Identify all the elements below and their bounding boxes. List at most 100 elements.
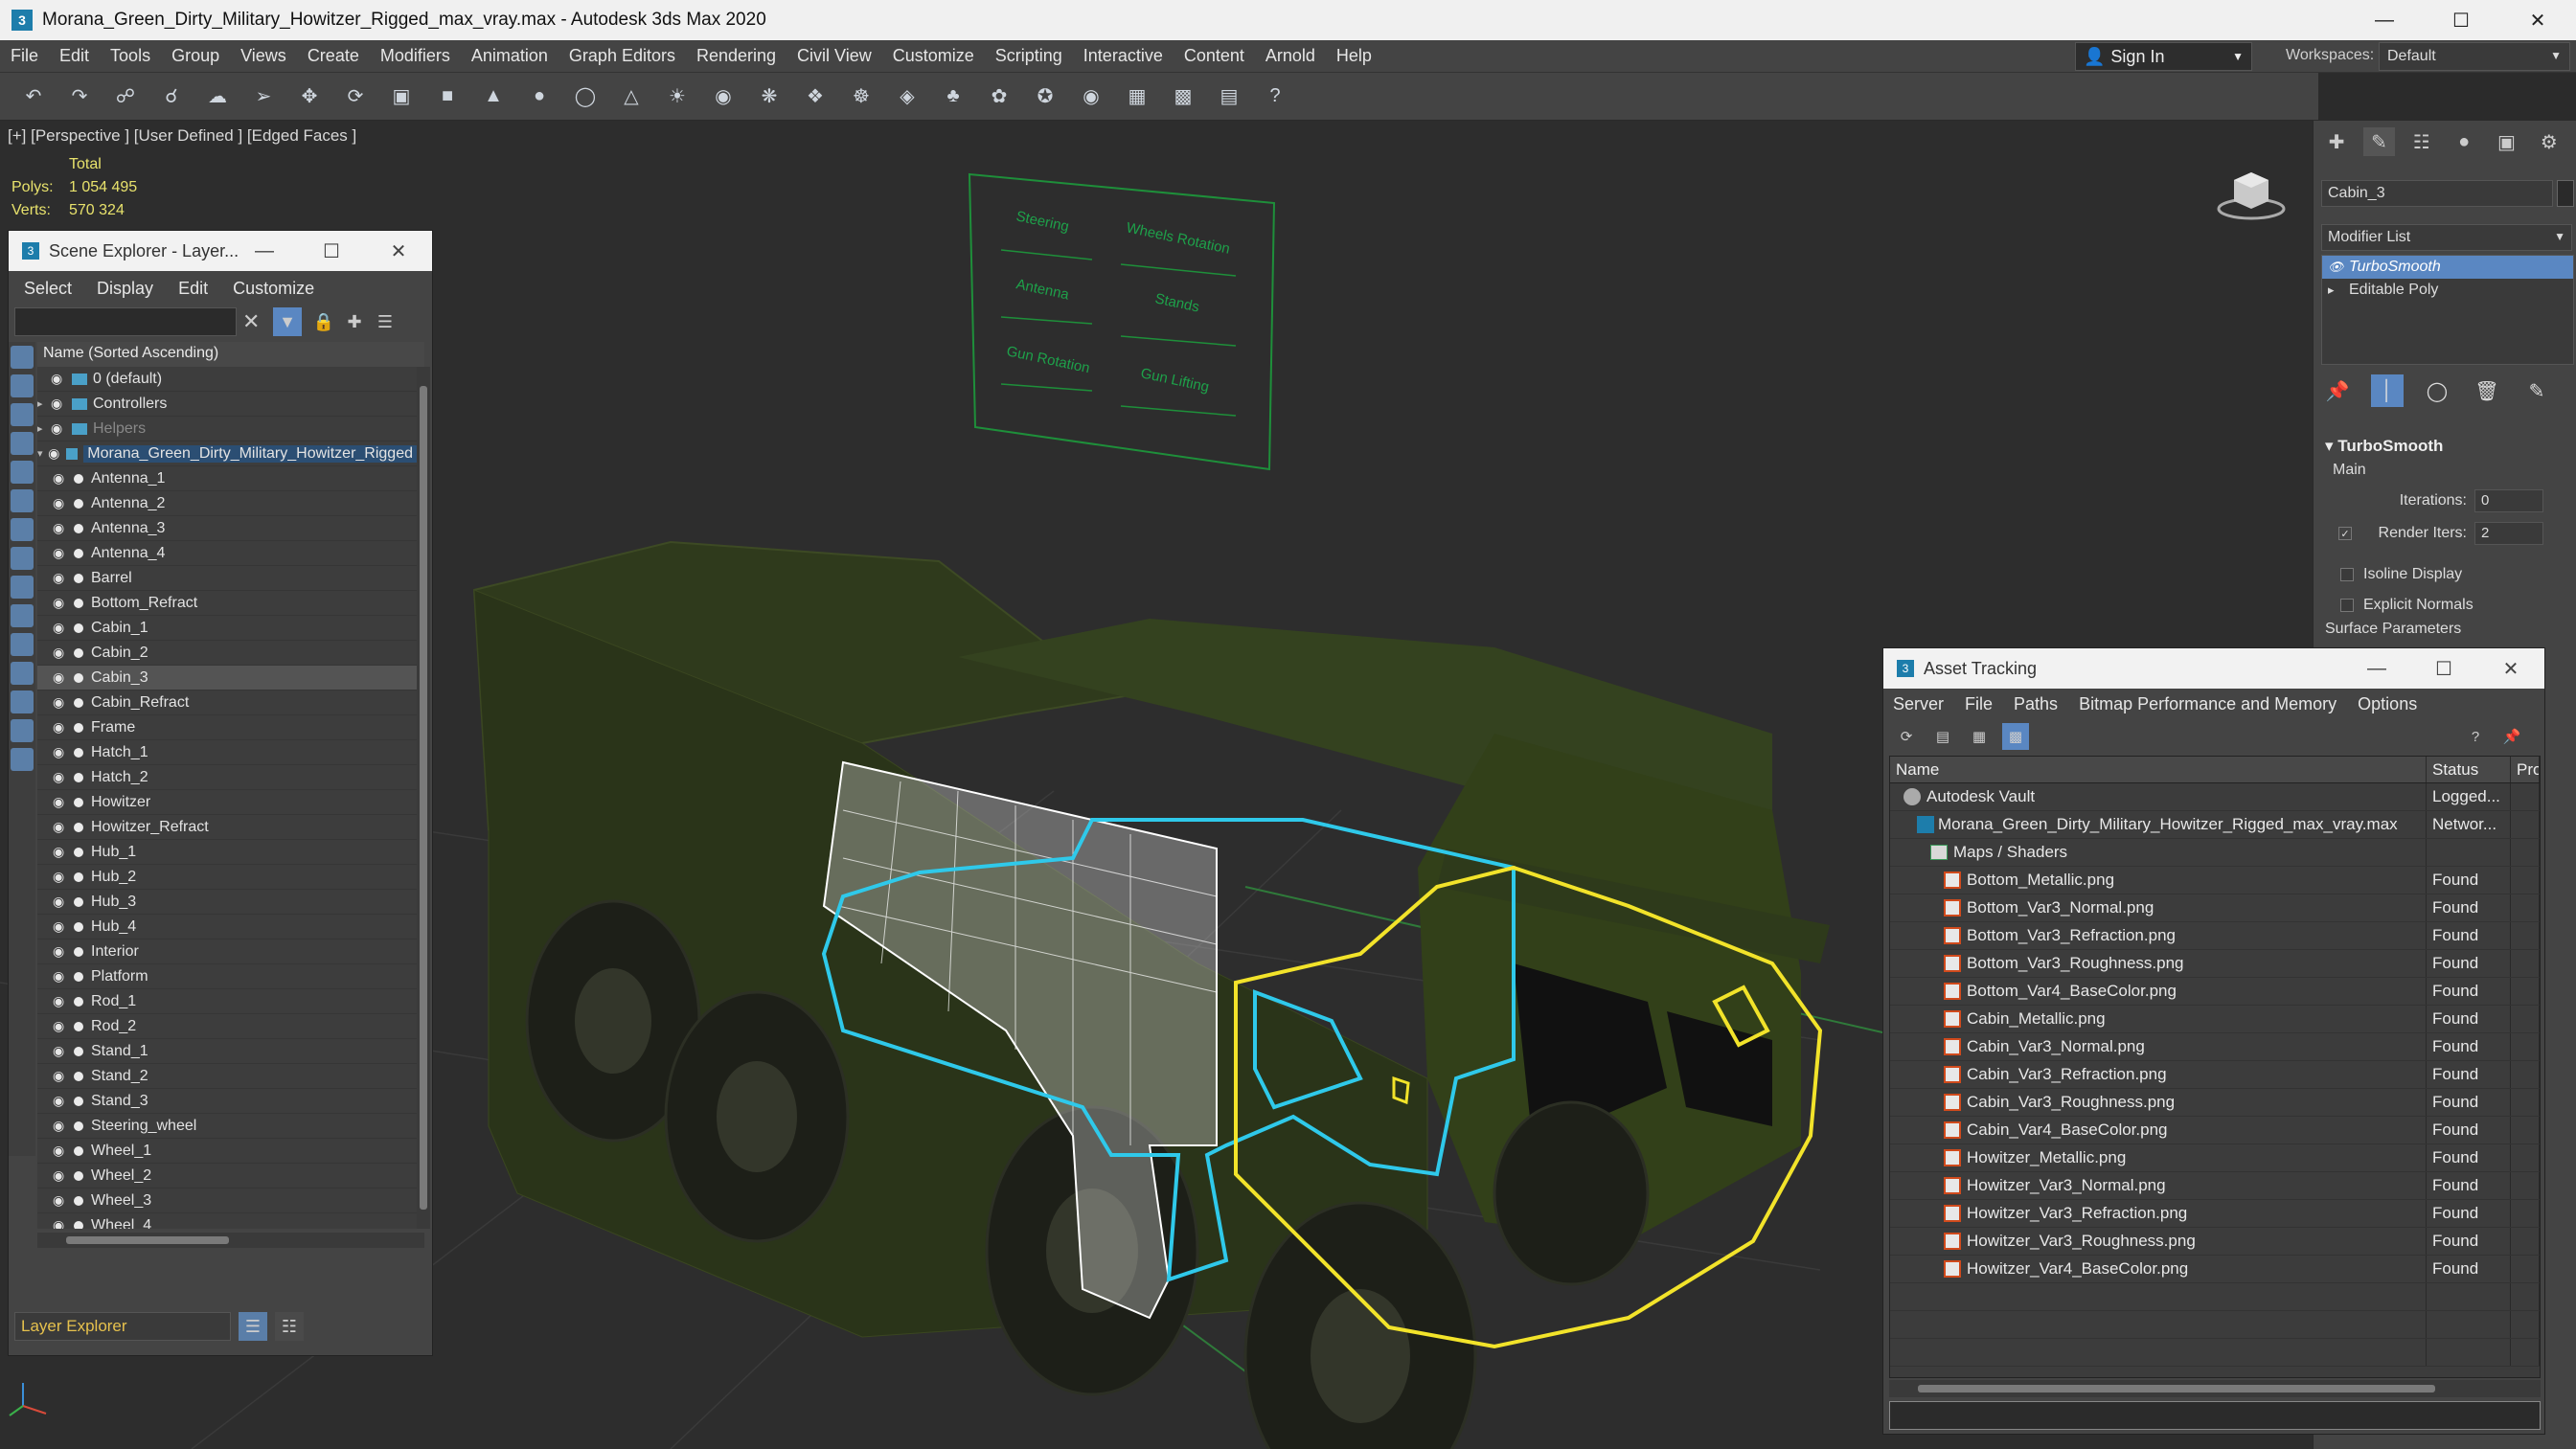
filter-bones-icon[interactable] [11, 576, 34, 599]
stack-item-turbosmooth[interactable]: 👁 TurboSmooth [2322, 256, 2573, 279]
asset-row[interactable]: Cabin_Var3_Refraction.png Found [1890, 1061, 2540, 1089]
cone-icon[interactable]: ▲ [477, 80, 510, 113]
display-all-icon[interactable] [11, 691, 34, 713]
freeze-toggle-icon[interactable] [74, 1220, 83, 1229]
table-view-icon[interactable]: ▦ [1966, 723, 1993, 750]
menu-interactive[interactable]: Interactive [1073, 46, 1174, 66]
minimize-button[interactable]: — [2346, 0, 2423, 40]
utilities-tab-icon[interactable]: ⚙ [2534, 127, 2565, 156]
object-row[interactable]: ◉ Bottom_Refract [37, 591, 417, 616]
render-icon[interactable]: ▩ [1167, 80, 1199, 113]
column-status[interactable]: Status [2427, 757, 2511, 782]
filter-shapes-icon[interactable] [11, 374, 34, 397]
eye-icon[interactable]: ◉ [53, 470, 70, 487]
object-row[interactable]: ◉ Wheel_3 [37, 1189, 417, 1213]
layer-row[interactable]: ▾ ◉ Morana_Green_Dirty_Military_Howitzer_R… [37, 441, 417, 466]
filter-cameras-icon[interactable] [11, 432, 34, 455]
eye-icon[interactable]: ◉ [53, 495, 70, 511]
menu-views[interactable]: Views [230, 46, 297, 66]
maximize-button[interactable]: ☐ [298, 231, 365, 271]
eye-icon[interactable]: ◉ [53, 620, 70, 636]
menu-content[interactable]: Content [1174, 46, 1255, 66]
freeze-toggle-icon[interactable] [74, 647, 83, 658]
asset-row[interactable]: Bottom_Metallic.png Found [1890, 867, 2540, 894]
filter-xrefs-icon[interactable] [11, 547, 34, 570]
object-row[interactable]: ◉ Rod_2 [37, 1014, 417, 1039]
eye-icon[interactable]: ◉ [53, 1192, 70, 1209]
expand-arrow-icon[interactable]: ▸ [37, 397, 51, 410]
menu-help[interactable]: Help [1326, 46, 1382, 66]
asset-table-hscrollbar[interactable] [1889, 1380, 2541, 1397]
helpers-icon[interactable]: ❖ [799, 80, 832, 113]
menu-animation[interactable]: Animation [461, 46, 559, 66]
filter-icon[interactable]: ▼ [273, 307, 302, 336]
hierarchy-tab-icon[interactable]: ☷ [2406, 127, 2437, 156]
asset-row[interactable]: Howitzer_Var4_BaseColor.png Found [1890, 1256, 2540, 1283]
menu-rendering[interactable]: Rendering [686, 46, 786, 66]
eye-icon[interactable]: ◉ [53, 769, 70, 785]
freeze-toggle-icon[interactable] [74, 598, 83, 608]
clear-search-icon[interactable]: ✕ [242, 309, 260, 334]
isoline-display-checkbox[interactable]: Isoline Display [2321, 559, 2574, 590]
explicit-normals-checkbox[interactable]: Explicit Normals [2321, 590, 2574, 621]
light-icon[interactable]: ☀ [661, 80, 694, 113]
column-proxy[interactable]: Pro [2511, 757, 2540, 782]
freeze-toggle-icon[interactable] [74, 722, 83, 733]
freeze-toggle-icon[interactable] [74, 523, 83, 533]
eye-icon[interactable]: ◉ [53, 694, 70, 711]
object-row[interactable]: ◉ Cabin_2 [37, 641, 417, 666]
object-row[interactable]: ◉ Steering_wheel [37, 1114, 417, 1139]
bind-space-warp-icon[interactable]: ☁ [201, 80, 234, 113]
refresh-icon[interactable]: ⟳ [1893, 723, 1920, 750]
minimize-button[interactable]: — [231, 231, 298, 271]
at-menu-bitmap-performance-and-memory[interactable]: Bitmap Performance and Memory [2079, 694, 2337, 714]
pin-icon[interactable]: 📌 [2498, 723, 2525, 750]
freeze-toggle-icon[interactable] [74, 1096, 83, 1106]
asset-row[interactable]: Cabin_Var3_Normal.png Found [1890, 1033, 2540, 1061]
object-row[interactable]: ◉ Barrel [37, 566, 417, 591]
eye-icon[interactable]: ◉ [53, 943, 70, 960]
object-row[interactable]: ◉ Antenna_4 [37, 541, 417, 566]
asset-row[interactable]: Cabin_Var3_Roughness.png Found [1890, 1089, 2540, 1117]
menu-customize[interactable]: Customize [882, 46, 985, 66]
invert-display-icon[interactable] [11, 748, 34, 771]
workspace-select[interactable]: Default ▼ [2379, 42, 2570, 71]
freeze-toggle-icon[interactable] [74, 847, 83, 857]
object-row[interactable]: ◉ Hub_3 [37, 890, 417, 915]
freeze-toggle-icon[interactable] [74, 921, 83, 932]
eye-icon[interactable]: ◉ [53, 1093, 70, 1109]
stack-item-editable-poly[interactable]: ▸ Editable Poly [2322, 279, 2573, 302]
link-icon[interactable]: ☍ [109, 80, 142, 113]
asset-row[interactable]: Autodesk Vault Logged... [1890, 783, 2540, 811]
object-row[interactable]: ◉ Frame [37, 715, 417, 740]
object-row[interactable]: ◉ Wheel_4 [37, 1213, 417, 1229]
eye-icon[interactable]: ◉ [53, 1143, 70, 1159]
scene-explorer-scrollbar[interactable] [417, 367, 430, 1229]
eye-icon[interactable]: ◉ [53, 894, 70, 910]
freeze-toggle-icon[interactable] [74, 1071, 83, 1081]
layer-row[interactable]: ▸ ◉ Helpers [37, 417, 417, 441]
scene-explorer-hscrollbar[interactable] [37, 1233, 424, 1248]
create-tab-icon[interactable]: ✚ [2321, 127, 2352, 156]
remove-modifier-icon[interactable]: 🗑 [2471, 374, 2503, 407]
configure-modifier-sets-icon[interactable]: ✎ [2520, 374, 2553, 407]
at-menu-file[interactable]: File [1965, 694, 1993, 714]
material-editor-icon[interactable]: ◉ [1075, 80, 1107, 113]
object-row[interactable]: ◉ Platform [37, 964, 417, 989]
freeze-toggle-icon[interactable] [74, 697, 83, 708]
object-row[interactable]: ◉ Interior [37, 940, 417, 964]
maximize-button[interactable]: ☐ [2423, 0, 2499, 40]
object-row[interactable]: ◉ Hatch_1 [37, 740, 417, 765]
box-icon[interactable]: ■ [431, 80, 464, 113]
render-frame-icon[interactable]: ▦ [1121, 80, 1153, 113]
eye-icon[interactable]: ◉ [53, 1018, 70, 1034]
display-tab-icon[interactable]: ▣ [2491, 127, 2521, 156]
se-menu-select[interactable]: Select [24, 279, 72, 299]
tree-view-icon[interactable]: ▩ [2002, 723, 2029, 750]
menu-group[interactable]: Group [161, 46, 230, 66]
filter-helpers-icon[interactable] [11, 461, 34, 484]
viewcube[interactable] [2213, 159, 2290, 226]
asset-row[interactable]: Cabin_Metallic.png Found [1890, 1006, 2540, 1033]
close-button[interactable]: ✕ [2477, 648, 2544, 689]
object-row[interactable]: ◉ Howitzer [37, 790, 417, 815]
